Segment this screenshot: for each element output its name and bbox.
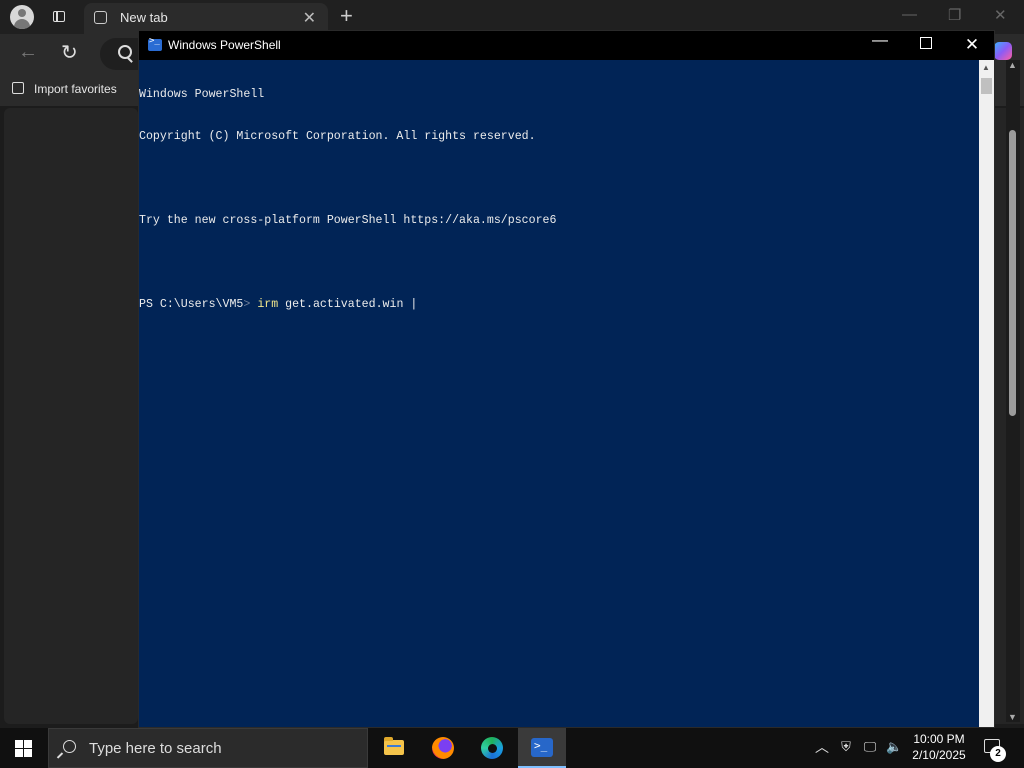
powershell-taskbar-button[interactable] xyxy=(518,728,566,768)
text-cursor: | xyxy=(410,298,418,311)
window-title: Windows PowerShell xyxy=(168,38,281,52)
import-icon xyxy=(12,82,24,94)
scroll-up-icon[interactable]: ▲ xyxy=(982,63,990,72)
refresh-icon[interactable]: ↻ xyxy=(61,40,78,65)
browser-restore-icon[interactable]: ❐ xyxy=(948,6,961,24)
firefox-icon xyxy=(432,737,454,759)
command-argument: get.activated.win xyxy=(278,298,411,311)
search-icon xyxy=(118,45,132,59)
scroll-up-icon[interactable]: ▲ xyxy=(1008,60,1017,70)
close-tab-icon[interactable]: ✕ xyxy=(303,8,316,28)
time: 10:00 PM xyxy=(913,732,965,746)
taskbar: Type here to search ︿ ⛨ 🖵 🔈 10:00 PM 2/1… xyxy=(0,728,1024,768)
console-line: Try the new cross-platform PowerShell ht… xyxy=(139,214,557,227)
maximize-icon[interactable] xyxy=(903,36,949,54)
file-explorer-button[interactable] xyxy=(370,728,418,768)
windows-start-icon[interactable] xyxy=(15,740,32,757)
volume-muted-icon[interactable]: 🔈 xyxy=(886,739,902,755)
date: 2/10/2025 xyxy=(912,748,966,762)
tab-actions-icon[interactable] xyxy=(48,6,70,28)
back-arrow-icon[interactable]: ← xyxy=(18,41,38,64)
command-keyword: irm xyxy=(257,298,279,311)
command-line[interactable]: PS C:\Users\VM5> irm get.activated.win | xyxy=(139,298,979,312)
powershell-window[interactable]: Windows PowerShell — ✕ Windows PowerShel… xyxy=(138,30,995,728)
scroll-down-icon[interactable]: ▼ xyxy=(1008,712,1017,722)
search-icon xyxy=(63,740,76,753)
scrollbar-thumb[interactable] xyxy=(981,78,992,94)
firefox-button[interactable] xyxy=(419,728,467,768)
page-content-panel xyxy=(4,108,138,724)
console-scrollbar[interactable]: ▲ xyxy=(979,60,994,727)
edge-button[interactable] xyxy=(468,728,516,768)
folder-icon xyxy=(384,737,404,755)
prompt-symbol: > xyxy=(243,298,251,311)
scrollbar-thumb[interactable] xyxy=(1009,130,1016,416)
console-line: Copyright (C) Microsoft Corporation. All… xyxy=(139,130,536,143)
clock[interactable]: 10:00 PM 2/10/2025 xyxy=(908,731,970,763)
search-placeholder: Type here to search xyxy=(89,740,222,757)
new-tab-plus-icon[interactable]: + xyxy=(340,3,353,29)
browser-minimize-icon[interactable]: — xyxy=(902,6,917,23)
show-hidden-icons-chevron-icon[interactable]: ︿ xyxy=(815,737,829,757)
browser-close-icon[interactable]: ✕ xyxy=(994,6,1007,24)
console-line: Windows PowerShell xyxy=(139,88,265,101)
browser-scrollbar[interactable]: ▲ ▼ xyxy=(1006,60,1020,722)
import-favorites-link[interactable]: Import favorites xyxy=(34,82,117,96)
new-tab-page-icon xyxy=(94,11,107,24)
copilot-icon[interactable] xyxy=(994,42,1012,60)
prompt-path: PS C:\Users\VM5 xyxy=(139,298,244,311)
tab-bar: New tab ✕ + — ❐ ✕ xyxy=(0,0,1024,34)
minimize-icon[interactable]: — xyxy=(857,32,903,50)
security-alert-icon[interactable]: ⛨ xyxy=(838,739,854,755)
tab-title: New tab xyxy=(120,10,168,25)
taskbar-search-box[interactable]: Type here to search xyxy=(48,728,368,768)
console-output[interactable]: Windows PowerShell Copyright (C) Microso… xyxy=(139,60,979,727)
powershell-icon xyxy=(148,36,162,51)
powershell-titlebar[interactable]: Windows PowerShell — ✕ xyxy=(139,31,994,60)
powershell-icon xyxy=(531,738,553,757)
network-icon[interactable]: 🖵 xyxy=(862,739,878,755)
profile-avatar[interactable] xyxy=(10,5,34,29)
edge-icon xyxy=(481,737,503,759)
close-icon[interactable]: ✕ xyxy=(949,35,995,55)
notification-count-badge: 2 xyxy=(990,746,1006,762)
